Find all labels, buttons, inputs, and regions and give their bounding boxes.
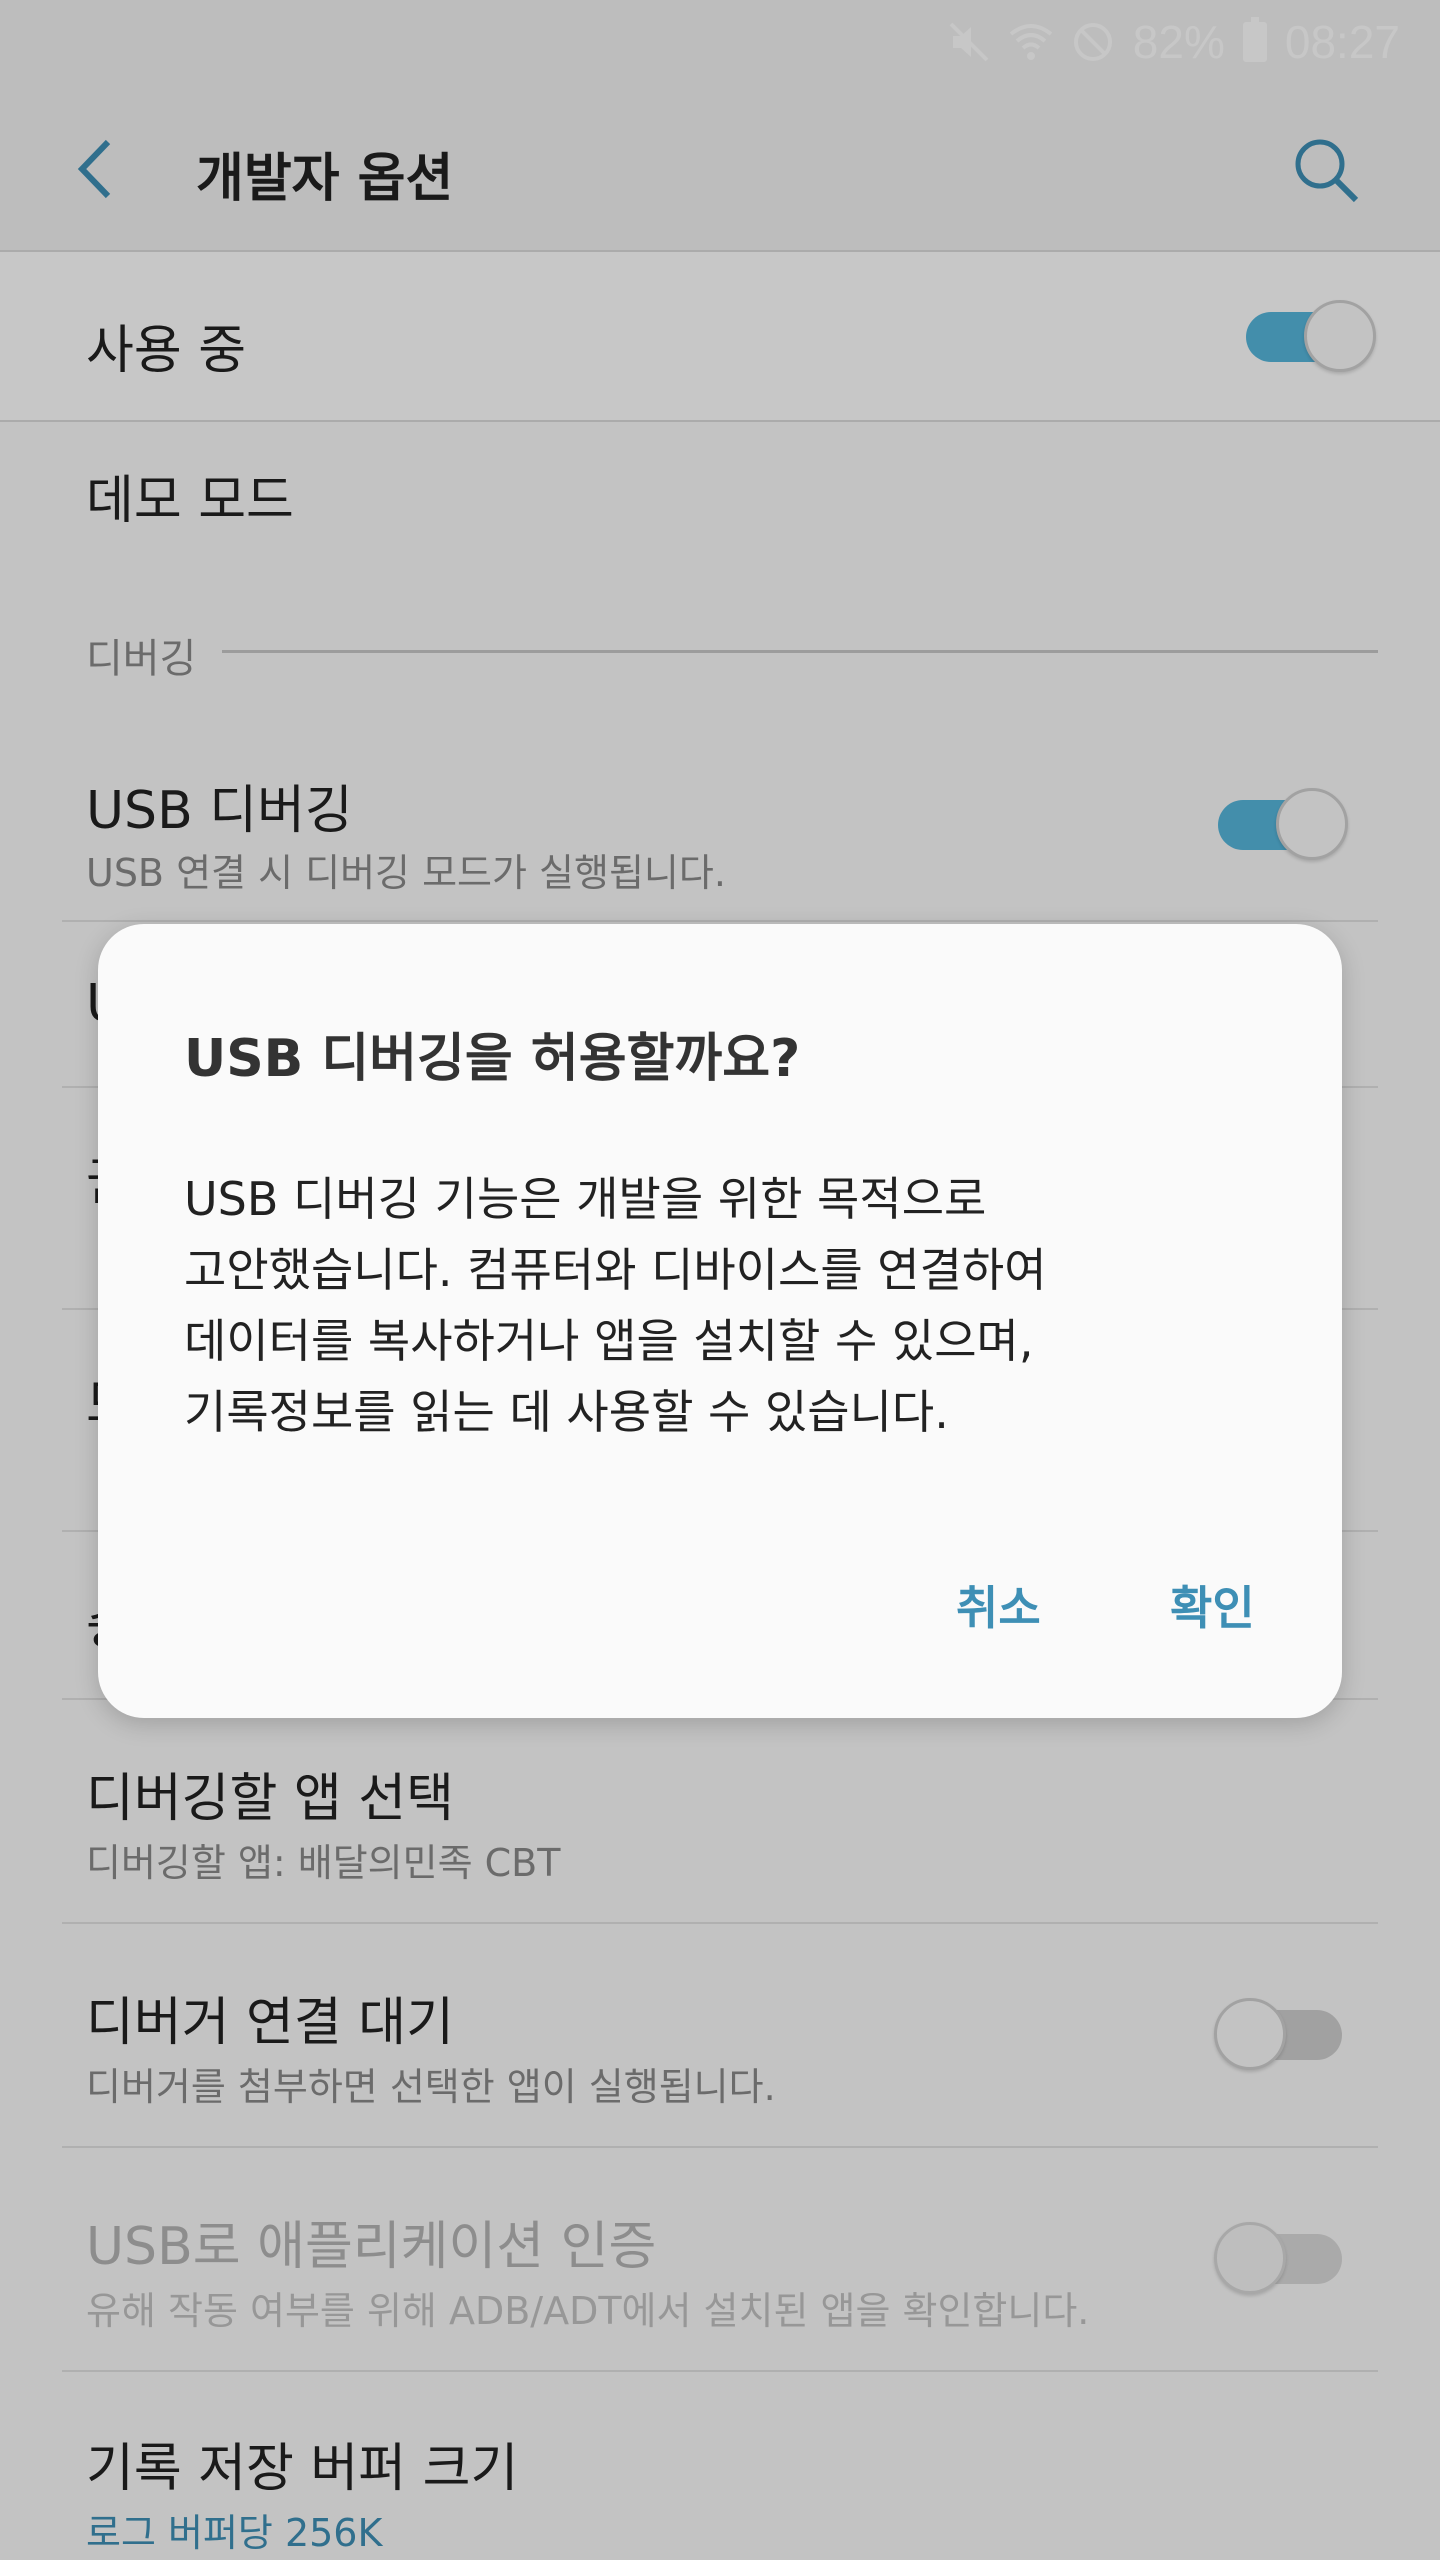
dialog-title: USB 디버깅을 허용할까요? [184,1029,801,1089]
cancel-button[interactable]: 취소 [936,1564,1061,1646]
dialog-message: USB 디버깅 기능은 개발을 위한 목적으로 고안했습니다. 컴퓨터와 디바이… [184,1164,1047,1448]
confirm-button[interactable]: 확인 [1150,1564,1275,1646]
dialog-message-line: 고안했습니다. 컴퓨터와 디바이스를 연결하여 [184,1243,1047,1297]
dialog-message-line: 기록정보를 읽는 데 사용할 수 있습니다. [184,1385,949,1439]
usb-debugging-confirm-dialog: USB 디버깅을 허용할까요? USB 디버깅 기능은 개발을 위한 목적으로 … [98,924,1342,1718]
dialog-message-line: USB 디버깅 기능은 개발을 위한 목적으로 [184,1172,987,1226]
dialog-message-line: 데이터를 복사하거나 앱을 설치할 수 있으며, [184,1314,1034,1368]
